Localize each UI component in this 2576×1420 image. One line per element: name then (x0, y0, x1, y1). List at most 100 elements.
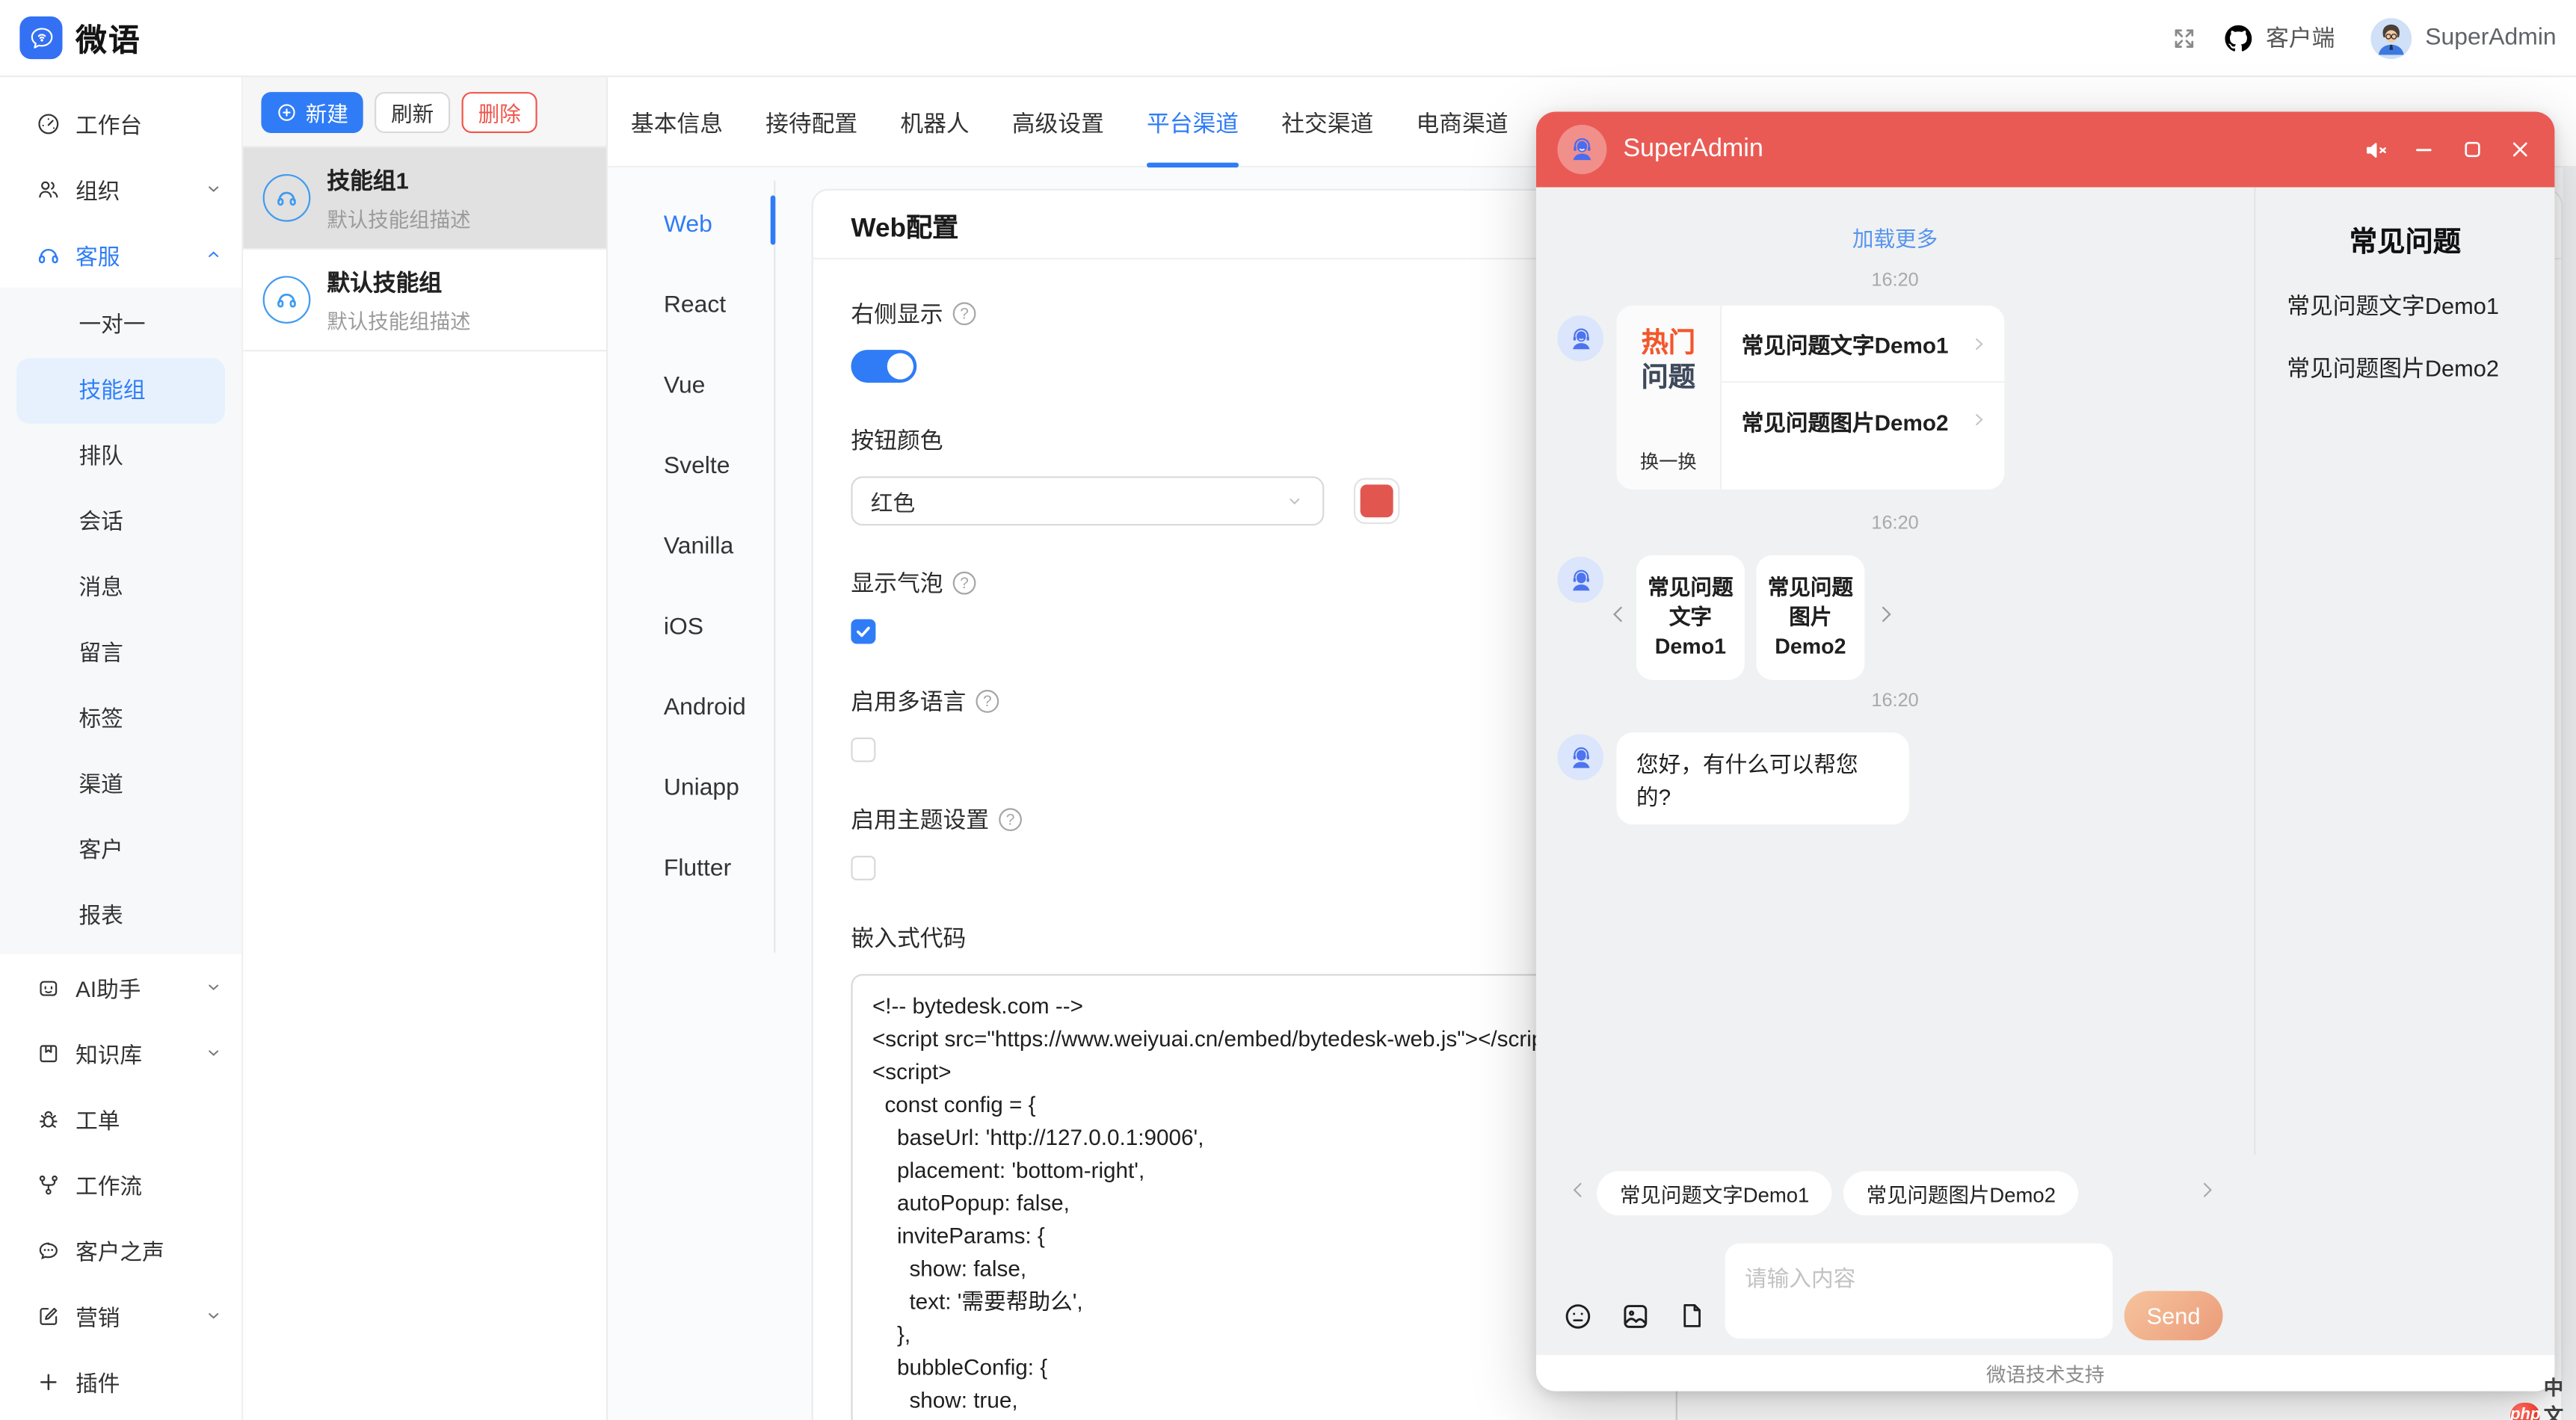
sidebar-item-message[interactable]: 消息 (0, 555, 241, 621)
mute-icon[interactable] (2362, 135, 2390, 163)
sidebar-item-workbench[interactable]: 工作台 (0, 90, 241, 156)
tab-ecommerce-channels[interactable]: 电商渠道 (1416, 77, 1508, 167)
plus-icon (36, 1369, 61, 1394)
list-item-desc: 默认技能组描述 (327, 303, 470, 334)
maximize-icon[interactable] (2459, 136, 2486, 162)
platform-subtabs: Web React Vue Svelte Vanilla iOS Android… (608, 184, 774, 908)
sidebar-item-organization[interactable]: 组织 (0, 156, 241, 222)
carousel-right-arrow[interactable] (1875, 603, 1898, 626)
tab-platform-channels[interactable]: 平台渠道 (1147, 77, 1239, 167)
subtab-ios[interactable]: iOS (608, 587, 774, 667)
sidebar-item-queue[interactable]: 排队 (0, 424, 241, 490)
list-item-skill-group-1[interactable]: 技能组1 默认技能组描述 (243, 148, 606, 250)
tab-reception-config[interactable]: 接待配置 (765, 77, 857, 167)
faq-item[interactable]: 常见问题文字Demo1 (2287, 289, 2554, 322)
sidebar-item-tag[interactable]: 标签 (0, 687, 241, 753)
sidebar-item-voice-of-customer[interactable]: 客户之声 (0, 1217, 241, 1283)
sidebar-item-report[interactable]: 报表 (0, 883, 241, 949)
chevron-down-icon (206, 979, 222, 995)
color-swatch-button[interactable] (1354, 478, 1400, 525)
subtab-vue[interactable]: Vue (608, 345, 774, 426)
chat-header[interactable]: SuperAdmin (1536, 111, 2555, 187)
sidebar-item-channel[interactable]: 渠道 (0, 753, 241, 818)
image-upload-icon[interactable] (1620, 1301, 1651, 1333)
carousel-card-line: 图片 (1789, 603, 1831, 633)
subtab-web[interactable]: Web (608, 184, 774, 265)
brand-logo-icon (19, 16, 62, 59)
sidebar-item-leave-message[interactable]: 留言 (0, 621, 241, 687)
sidebar-item-ticket[interactable]: 工单 (0, 1086, 241, 1152)
chevron-right-icon (1970, 334, 1988, 352)
hot-question-item[interactable]: 常见问题图片Demo2 (1722, 381, 2004, 457)
username-label[interactable]: SuperAdmin (2425, 25, 2556, 51)
load-more-link[interactable]: 加载更多 (1536, 222, 2254, 253)
sidebar-item-marketing[interactable]: 营销 (0, 1282, 241, 1348)
message-input[interactable] (1725, 1244, 2113, 1339)
user-avatar[interactable] (2371, 17, 2412, 58)
subtab-svelte[interactable]: Svelte (608, 425, 774, 506)
close-icon[interactable] (2507, 136, 2533, 162)
sidebar-item-one-to-one[interactable]: 一对一 (0, 292, 241, 358)
subtab-vanilla[interactable]: Vanilla (608, 506, 774, 587)
headset-circle-icon (263, 174, 311, 222)
carousel-card[interactable]: 常见问题 图片 Demo2 (1756, 555, 1864, 680)
faq-item[interactable]: 常见问题图片Demo2 (2287, 351, 2554, 384)
carousel-left-arrow[interactable] (1606, 603, 1630, 626)
subtab-android[interactable]: Android (608, 667, 774, 747)
sidebar-item-workflow[interactable]: 工作流 (0, 1152, 241, 1217)
help-icon[interactable] (976, 690, 999, 713)
faq-chip[interactable]: 常见问题文字Demo1 (1597, 1171, 1832, 1215)
sidebar-item-label: AI助手 (76, 971, 141, 1004)
chips-left-arrow[interactable] (1568, 1179, 1589, 1201)
sidebar-item-customer[interactable]: 客户 (0, 818, 241, 883)
sidebar-item-ai-assistant[interactable]: AI助手 (0, 954, 241, 1020)
theme-checkbox[interactable] (851, 856, 875, 880)
faq-chip[interactable]: 常见问题图片Demo2 (1843, 1171, 2079, 1215)
sidebar-item-skill-group[interactable]: 技能组 (16, 358, 225, 424)
show-bubble-checkbox[interactable] (851, 620, 875, 644)
help-icon[interactable] (953, 572, 976, 595)
list-toolbar: 新建 刷新 删除 (243, 77, 606, 148)
send-button[interactable]: Send (2124, 1291, 2223, 1340)
sidebar-item-label: 客户之声 (76, 1233, 164, 1266)
button-color-select[interactable]: 红色 (851, 476, 1324, 525)
chat-footer: 微语技术支持 (1536, 1355, 2555, 1391)
subtab-uniapp[interactable]: Uniapp (608, 747, 774, 828)
multilang-checkbox[interactable] (851, 738, 875, 762)
sidebar-item-conversation[interactable]: 会话 (0, 490, 241, 555)
subtab-divider (774, 181, 775, 953)
github-icon[interactable] (2225, 24, 2252, 52)
chevron-down-icon (206, 181, 222, 197)
create-button[interactable]: 新建 (261, 91, 363, 132)
delete-button[interactable]: 删除 (462, 91, 537, 132)
carousel-card[interactable]: 常见问题 文字 Demo1 (1636, 555, 1745, 680)
tab-robot[interactable]: 机器人 (900, 77, 969, 167)
right-display-toggle[interactable] (851, 350, 916, 383)
tab-basic-info[interactable]: 基本信息 (631, 77, 723, 167)
chat-agent-name: SuperAdmin (1623, 135, 1763, 164)
emoji-icon[interactable] (1562, 1301, 1594, 1333)
watermark-text: 中文网 (2544, 1373, 2576, 1420)
list-item-default-skill-group[interactable]: 默认技能组 默认技能组描述 (243, 250, 606, 351)
refresh-button[interactable]: 刷新 (375, 91, 450, 132)
subtab-flutter[interactable]: Flutter (608, 828, 774, 909)
help-icon[interactable] (999, 808, 1022, 831)
subtab-react[interactable]: React (608, 265, 774, 345)
refresh-questions-button[interactable]: 换一换 (1640, 448, 1697, 475)
help-icon[interactable] (953, 302, 976, 325)
minimize-icon[interactable] (2412, 136, 2438, 162)
hot-question-item[interactable]: 常见问题文字Demo1 (1722, 306, 2004, 381)
sidebar-item-plugin[interactable]: 插件 (0, 1348, 241, 1414)
sidebar-item-label: 工作台 (76, 107, 142, 140)
field-label: 启用多语言 (851, 685, 966, 717)
chips-right-arrow[interactable] (2196, 1179, 2218, 1201)
tab-social-channels[interactable]: 社交渠道 (1281, 77, 1373, 167)
sidebar-item-customer-service[interactable]: 客服 (0, 222, 241, 288)
fullscreen-icon[interactable] (2171, 24, 2198, 52)
file-upload-icon[interactable] (1677, 1301, 1707, 1331)
client-link[interactable]: 客户端 (2266, 22, 2335, 55)
sidebar-item-knowledge-base[interactable]: 知识库 (0, 1020, 241, 1086)
carousel-card-line: 文字 (1669, 603, 1712, 633)
hot-tag-line1: 热门 (1642, 327, 1696, 361)
tab-advanced-settings[interactable]: 高级设置 (1012, 77, 1104, 167)
